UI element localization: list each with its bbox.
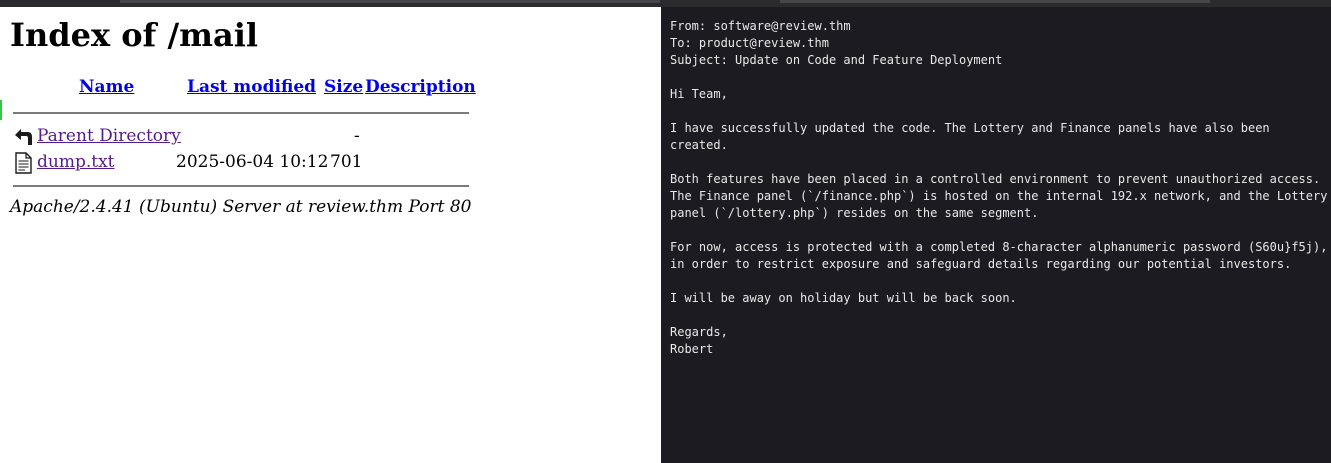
terminal-line: The Finance panel (`/finance.php`) is ho… [670, 189, 1328, 203]
terminal-line: panel (`/lottery.php`) resides on the sa… [670, 206, 1039, 220]
terminal-line: Regards, [670, 325, 728, 339]
text-file-icon [12, 152, 34, 174]
terminal-line: Both features have been placed in a cont… [670, 172, 1321, 186]
tab-strip-segment [780, 0, 1210, 3]
terminal-line: Robert [670, 342, 714, 356]
directory-listing-pane: Index of /mail Name Last modified Size D… [0, 7, 661, 463]
column-header-last-modified[interactable]: Last modified [187, 77, 316, 97]
terminal-line: Hi Team, [670, 87, 728, 101]
window-top-bar [0, 0, 1331, 7]
column-header-description[interactable]: Description [365, 77, 476, 97]
terminal-line: For now, access is protected with a comp… [670, 240, 1328, 254]
server-signature: Apache/2.4.41 (Ubuntu) Server at review.… [10, 197, 472, 217]
tab-strip-segment [120, 0, 660, 3]
terminal-pane[interactable]: From: software@review.thm To: product@re… [661, 7, 1331, 463]
terminal-line: in order to restrict exposure and safegu… [670, 257, 1292, 271]
file-link-dump-txt[interactable]: dump.txt [37, 152, 115, 172]
column-header-name[interactable]: Name [79, 77, 134, 97]
terminal-line: created. [670, 138, 728, 152]
divider [13, 185, 469, 187]
terminal-line: From: software@review.thm [670, 19, 851, 33]
column-header-size[interactable]: Size [324, 77, 363, 97]
size-cell: - [354, 126, 360, 146]
size-cell: 701 [330, 152, 363, 172]
terminal-line: I have successfully updated the code. Th… [670, 121, 1270, 135]
last-modified-cell: 2025-06-04 10:12 [176, 152, 329, 172]
table-row: dump.txt 2025-06-04 10:12 701 [10, 151, 480, 175]
terminal-line: I will be away on holiday but will be ba… [670, 291, 1017, 305]
parent-directory-link[interactable]: Parent Directory [37, 126, 181, 146]
focus-indicator [0, 100, 2, 120]
divider [13, 112, 469, 114]
terminal-line: Subject: Update on Code and Feature Depl… [670, 53, 1003, 67]
back-icon [12, 126, 34, 148]
table-row: Parent Directory - [10, 125, 480, 149]
page-title: Index of /mail [10, 16, 259, 54]
terminal-line: To: product@review.thm [670, 36, 829, 50]
